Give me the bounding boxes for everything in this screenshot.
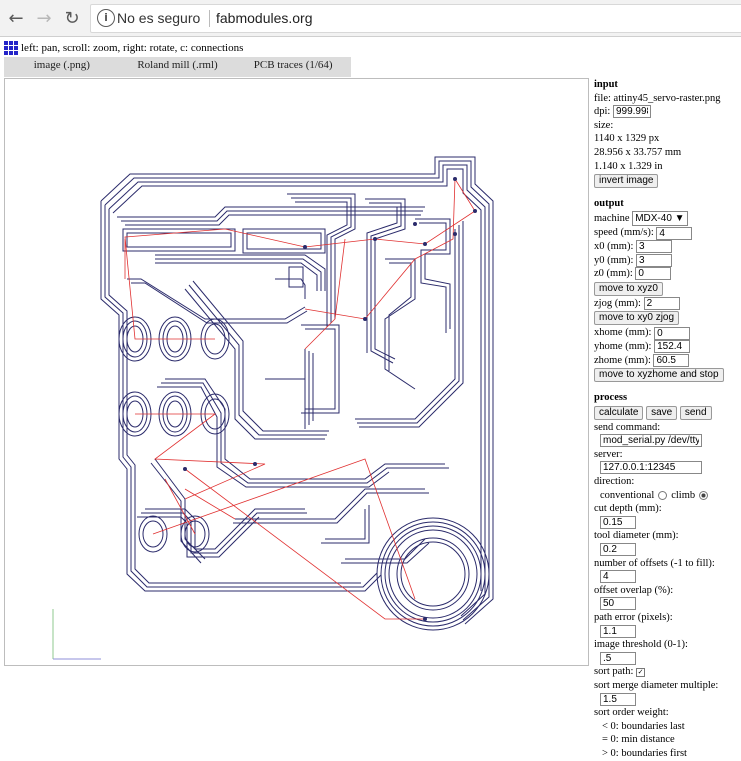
- grid-icon[interactable]: [4, 41, 18, 55]
- security-label[interactable]: No es seguro: [117, 10, 200, 26]
- xhome-input[interactable]: [654, 326, 691, 340]
- threshold-label: image threshold (0-1):: [594, 639, 688, 651]
- file-name: attiny45_servo-raster.png: [613, 92, 721, 104]
- divider: [209, 10, 210, 27]
- file-label: file:: [594, 92, 611, 104]
- machine-label: machine: [594, 212, 630, 224]
- save-button[interactable]: save: [646, 405, 678, 420]
- zhome-input[interactable]: [653, 353, 690, 367]
- sort-path-checkbox[interactable]: ✓: [636, 667, 645, 677]
- xhome-label: xhome (mm):: [594, 327, 652, 339]
- conventional-radio[interactable]: [658, 490, 668, 500]
- path-error-label: path error (pixels):: [594, 612, 673, 623]
- climb-label: climb: [671, 489, 696, 501]
- size-px: 1140 x 1329 px: [594, 133, 660, 145]
- z0-input[interactable]: [635, 267, 672, 281]
- cut-depth-label: cut depth (mm):: [594, 503, 662, 515]
- reload-icon[interactable]: ↻: [60, 6, 84, 30]
- merge-label: sort merge diameter multiple:: [594, 679, 719, 691]
- x0-input[interactable]: [636, 240, 672, 254]
- dpi-label: dpi:: [594, 106, 611, 118]
- server-label: server:: [594, 448, 623, 460]
- threshold-input[interactable]: [600, 651, 636, 665]
- conventional-label: conventional: [600, 489, 655, 501]
- order-line: = 0: min distance: [602, 734, 675, 746]
- sort-path-label: sort path:: [594, 666, 634, 678]
- offsets-label: number of offsets (-1 to fill):: [594, 557, 715, 569]
- dpi-input[interactable]: [612, 105, 651, 119]
- input-heading: input: [594, 79, 618, 90]
- output-heading: output: [594, 198, 624, 210]
- hint-text: left: pan, scroll: zoom, right: rotate, …: [21, 42, 244, 54]
- y0-input[interactable]: [636, 253, 672, 267]
- url-text[interactable]: fabmodules.org: [216, 10, 313, 26]
- move-xyz0-button[interactable]: move to xyz0: [594, 281, 663, 296]
- address-bar[interactable]: i No es seguro fabmodules.org: [90, 4, 741, 33]
- zhome-label: zhome (mm):: [594, 354, 651, 366]
- toolpath-canvas[interactable]: [4, 78, 589, 666]
- size-in: 1.140 x 1.329 in: [594, 160, 663, 172]
- control-panel: input file: attiny45_servo-raster.png dp…: [594, 78, 741, 761]
- tab-roland-mill[interactable]: Roland mill (.rml): [120, 57, 236, 77]
- info-icon[interactable]: i: [97, 9, 115, 27]
- cut-depth-input[interactable]: [600, 515, 636, 529]
- order-label: sort order weight:: [594, 707, 669, 719]
- merge-input[interactable]: [600, 692, 636, 706]
- y0-label: y0 (mm):: [594, 254, 634, 266]
- overlap-input[interactable]: [600, 597, 636, 611]
- z0-label: z0 (mm):: [594, 268, 633, 280]
- speed-input[interactable]: [656, 226, 693, 240]
- size-label: size:: [594, 119, 614, 131]
- tool-diameter-label: tool diameter (mm):: [594, 530, 679, 542]
- direction-label: direction:: [594, 476, 635, 488]
- move-xy0-zjog-button[interactable]: move to xy0 zjog: [594, 311, 680, 326]
- invert-image-button[interactable]: invert image: [594, 174, 659, 189]
- order-line: > 0: boundaries first: [602, 747, 687, 759]
- send-button[interactable]: send: [679, 405, 712, 420]
- climb-radio[interactable]: [699, 490, 709, 500]
- module-tabs: image (.png) Roland mill (.rml) PCB trac…: [4, 57, 351, 77]
- tab-pcb-traces[interactable]: PCB traces (1/64): [235, 57, 351, 77]
- path-error-input[interactable]: [600, 624, 636, 638]
- send-command-input[interactable]: [600, 434, 702, 448]
- tab-image[interactable]: image (.png): [4, 57, 120, 77]
- machine-select[interactable]: MDX-40 ▼: [632, 210, 688, 227]
- toolpath-drawing[interactable]: [5, 79, 588, 665]
- speed-label: speed (mm/s):: [594, 227, 654, 239]
- process-heading: process: [594, 392, 628, 404]
- usage-hint: left: pan, scroll: zoom, right: rotate, …: [4, 41, 243, 55]
- tool-diameter-input[interactable]: [600, 543, 636, 557]
- order-line: < 0: boundaries last: [602, 720, 685, 732]
- browser-toolbar: ← → ↻ i No es seguro fabmodules.org: [0, 0, 741, 37]
- yhome-input[interactable]: [654, 340, 691, 354]
- offsets-input[interactable]: [600, 570, 636, 584]
- send-command-label: send command:: [594, 421, 661, 433]
- forward-arrow-icon[interactable]: →: [32, 6, 56, 30]
- yhome-label: yhome (mm):: [594, 340, 652, 352]
- overlap-label: offset overlap (%):: [594, 584, 674, 596]
- calculate-button[interactable]: calculate: [594, 405, 644, 420]
- x0-label: x0 (mm):: [594, 240, 634, 252]
- zjog-input[interactable]: [643, 297, 680, 311]
- zjog-label: zjog (mm):: [594, 297, 641, 309]
- server-input[interactable]: [600, 461, 702, 475]
- size-mm: 28.956 x 33.757 mm: [594, 146, 682, 158]
- move-home-button[interactable]: move to xyzhome and stop: [594, 368, 724, 383]
- back-arrow-icon[interactable]: ←: [4, 6, 28, 30]
